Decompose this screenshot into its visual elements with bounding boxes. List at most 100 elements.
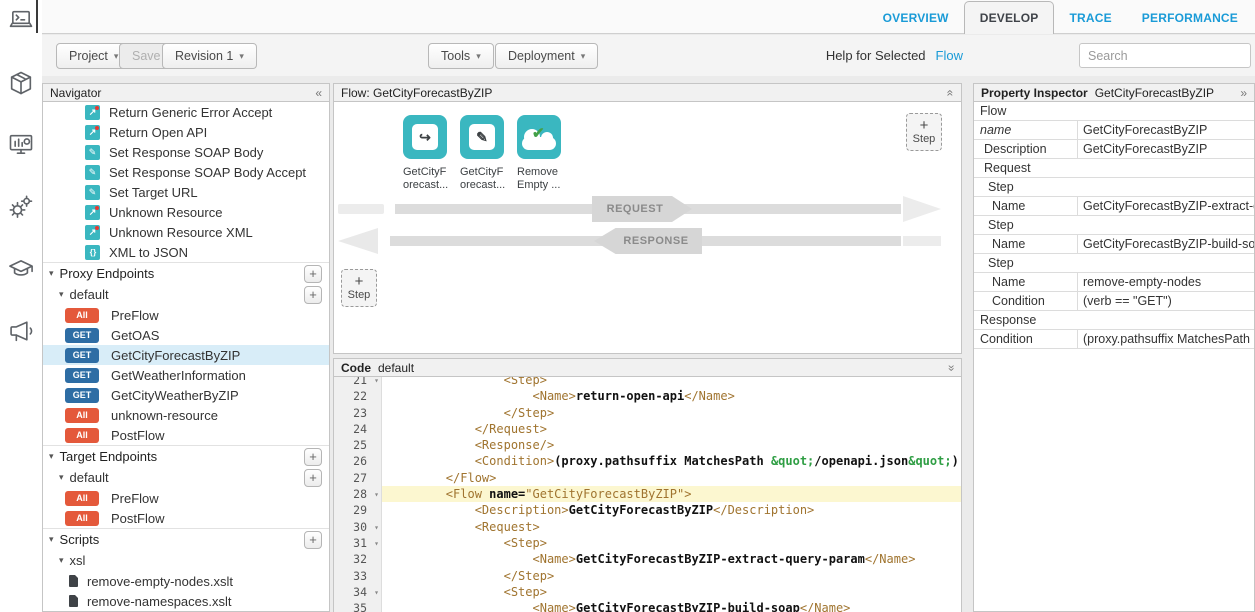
code-subtitle: default — [378, 361, 414, 375]
search-input[interactable] — [1079, 43, 1251, 68]
admin-gears-icon[interactable] — [6, 192, 36, 222]
proxy-endpoint-flow-item[interactable]: GET GetWeatherInformation — [43, 365, 329, 385]
policy-item[interactable]: Return Generic Error Accept — [43, 102, 329, 122]
fold-icon[interactable]: ▾ — [374, 585, 379, 601]
add-step-button-response[interactable]: + Step — [341, 269, 377, 307]
code-line[interactable]: 32 <Name>GetCityForecastByZIP-extract-qu… — [334, 551, 961, 567]
property-row[interactable]: DescriptionGetCityForecastByZIP — [974, 140, 1254, 159]
tab-trace[interactable]: TRACE — [1054, 2, 1126, 34]
tab-overview[interactable]: OVERVIEW — [868, 2, 964, 34]
property-row[interactable]: Request — [974, 159, 1254, 178]
learn-graduation-cap-icon[interactable] — [6, 254, 36, 284]
property-row[interactable]: Step — [974, 254, 1254, 273]
proxy-endpoint-flow-item[interactable]: GET GetOAS — [43, 325, 329, 345]
add-flow-button[interactable]: + — [304, 469, 322, 487]
proxy-endpoint-flow-item[interactable]: GET GetCityWeatherByZIP — [43, 385, 329, 405]
tab-develop[interactable]: DEVELOP — [964, 1, 1055, 34]
code-line[interactable]: 28▾ <Flow name="GetCityForecastByZIP"> — [334, 486, 961, 502]
flow-step[interactable]: ✔ RemoveEmpty ... — [517, 115, 561, 192]
property-value[interactable]: GetCityForecastByZIP — [1078, 121, 1254, 139]
group-scripts-xsl[interactable]: ▾ xsl — [43, 550, 329, 571]
code-line[interactable]: 21▾ <Step> — [334, 377, 961, 388]
deployment-menu-button[interactable]: Deployment▾ — [495, 43, 598, 69]
fold-icon[interactable]: ▾ — [374, 487, 379, 503]
collapse-code-panel-icon[interactable]: « — [945, 364, 957, 371]
property-value[interactable]: (proxy.pathsuffix MatchesPath "/c — [1078, 330, 1254, 348]
section-target-endpoints[interactable]: ▾ Target Endpoints + — [43, 445, 329, 467]
policy-item[interactable]: Unknown Resource XML — [43, 222, 329, 242]
property-row[interactable]: nameGetCityForecastByZIP — [974, 121, 1254, 140]
script-file-item[interactable]: remove-empty-nodes.xslt — [43, 571, 329, 591]
line-number: 23 — [334, 405, 382, 421]
code-line[interactable]: 25 <Response/> — [334, 437, 961, 453]
add-script-button[interactable]: + — [304, 531, 322, 549]
collapse-navigator-icon[interactable]: « — [315, 87, 322, 99]
property-value[interactable]: (verb == "GET") — [1078, 292, 1254, 310]
add-proxy-endpoint-button[interactable]: + — [304, 265, 322, 283]
script-file-item[interactable]: remove-namespaces.xslt — [43, 591, 329, 611]
terminal-icon[interactable] — [6, 6, 36, 36]
proxy-endpoint-flow-item[interactable]: All unknown-resource — [43, 405, 329, 425]
code-line[interactable]: 30▾ <Request> — [334, 519, 961, 535]
property-row[interactable]: Nameremove-empty-nodes — [974, 273, 1254, 292]
tab-performance[interactable]: PERFORMANCE — [1127, 2, 1253, 34]
policy-item[interactable]: Return Open API — [43, 122, 329, 142]
code-line[interactable]: 26 <Condition>(proxy.pathsuffix MatchesP… — [334, 453, 961, 469]
code-line[interactable]: 23 </Step> — [334, 405, 961, 421]
target-endpoint-flow-item[interactable]: All PreFlow — [43, 488, 329, 508]
group-proxy-default[interactable]: ▾ default + — [43, 284, 329, 305]
proxy-endpoint-flow-item[interactable]: All PreFlow — [43, 305, 329, 325]
property-row[interactable]: Step — [974, 178, 1254, 197]
property-row[interactable]: Flow — [974, 102, 1254, 121]
code-line[interactable]: 35 <Name>GetCityForecastByZIP-build-soap… — [334, 600, 961, 612]
analytics-monitor-icon[interactable] — [6, 130, 36, 160]
revision-menu-button[interactable]: Revision 1▾ — [162, 43, 257, 69]
code-line[interactable]: 27 </Flow> — [334, 470, 961, 486]
code-line[interactable]: 31▾ <Step> — [334, 535, 961, 551]
policy-icon — [85, 145, 100, 160]
api-proxy-package-icon[interactable] — [6, 68, 36, 98]
property-value[interactable]: GetCityForecastByZIP-extract-qu — [1078, 197, 1254, 215]
policy-item[interactable]: Set Target URL — [43, 182, 329, 202]
policy-label: XML to JSON — [109, 245, 188, 260]
verb-badge: All — [65, 408, 99, 423]
policy-item[interactable]: Unknown Resource — [43, 202, 329, 222]
section-scripts[interactable]: ▾ Scripts + — [43, 528, 329, 550]
property-value[interactable]: GetCityForecastByZIP — [1078, 140, 1254, 158]
property-row[interactable]: NameGetCityForecastByZIP-extract-qu — [974, 197, 1254, 216]
code-line[interactable]: 33 </Step> — [334, 568, 961, 584]
code-editor[interactable]: 21▾ <Step>22 <Name>return-open-api</Name… — [334, 377, 961, 612]
policy-item[interactable]: Set Response SOAP Body — [43, 142, 329, 162]
fold-icon[interactable]: ▾ — [374, 536, 379, 552]
code-line[interactable]: 29 <Description>GetCityForecastByZIP</De… — [334, 502, 961, 518]
flow-step[interactable]: GetCityForecast... — [403, 115, 447, 192]
property-value[interactable]: remove-empty-nodes — [1078, 273, 1254, 291]
policy-item[interactable]: Set Response SOAP Body Accept — [43, 162, 329, 182]
property-value[interactable]: GetCityForecastByZIP-build-soap — [1078, 235, 1254, 253]
help-flow-link[interactable]: Flow — [936, 48, 963, 63]
fold-icon[interactable]: ▾ — [374, 520, 379, 536]
tools-menu-button[interactable]: Tools▾ — [428, 43, 494, 69]
section-proxy-endpoints[interactable]: ▾ Proxy Endpoints + — [43, 262, 329, 284]
property-row[interactable]: NameGetCityForecastByZIP-build-soap — [974, 235, 1254, 254]
property-row[interactable]: Condition(verb == "GET") — [974, 292, 1254, 311]
flow-step[interactable]: GetCityForecast... — [460, 115, 504, 192]
collapse-inspector-icon[interactable]: » — [1240, 87, 1247, 99]
add-step-button-request[interactable]: + Step — [906, 113, 942, 151]
file-icon — [69, 575, 78, 587]
add-flow-button[interactable]: + — [304, 286, 322, 304]
code-line[interactable]: 34▾ <Step> — [334, 584, 961, 600]
code-line[interactable]: 22 <Name>return-open-api</Name> — [334, 388, 961, 404]
property-row[interactable]: Step — [974, 216, 1254, 235]
proxy-endpoint-flow-item[interactable]: All PostFlow — [43, 425, 329, 445]
proxy-endpoint-flow-item[interactable]: GET GetCityForecastByZIP — [43, 345, 329, 365]
code-line[interactable]: 24 </Request> — [334, 421, 961, 437]
group-target-default[interactable]: ▾ default + — [43, 467, 329, 488]
target-endpoint-flow-item[interactable]: All PostFlow — [43, 508, 329, 528]
add-target-endpoint-button[interactable]: + — [304, 448, 322, 466]
policy-item[interactable]: XML to JSON — [43, 242, 329, 262]
collapse-flow-panel-icon[interactable]: « — [945, 89, 957, 96]
announcements-megaphone-icon[interactable] — [6, 316, 36, 346]
property-row[interactable]: Response — [974, 311, 1254, 330]
property-row[interactable]: Condition(proxy.pathsuffix MatchesPath "… — [974, 330, 1254, 349]
